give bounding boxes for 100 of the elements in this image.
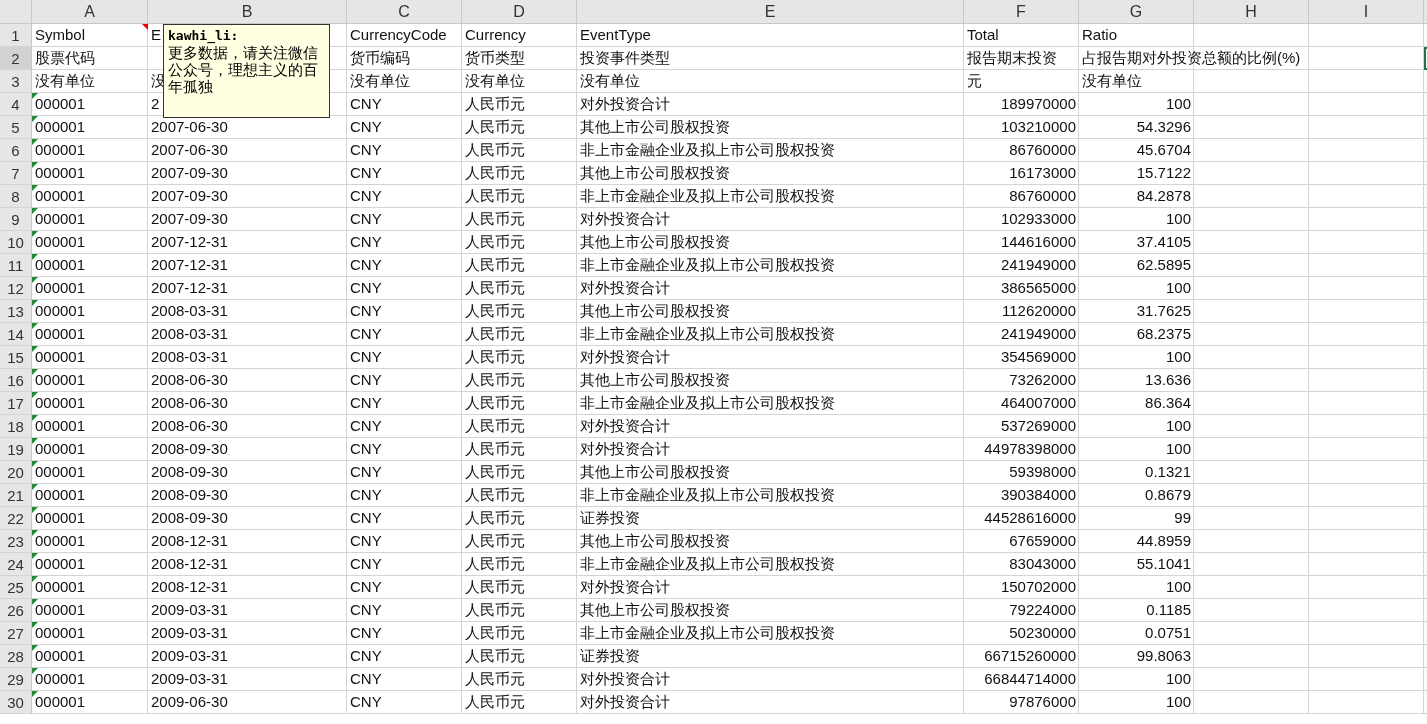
cell-text: 货币编码 bbox=[350, 49, 410, 66]
cell-text: CNY bbox=[350, 394, 382, 411]
column-header[interactable]: H bbox=[1194, 0, 1309, 23]
row-header[interactable]: 23 bbox=[0, 530, 32, 553]
row-header[interactable]: 9 bbox=[0, 208, 32, 231]
cell-text: 投资事件类型 bbox=[580, 49, 670, 66]
cell-text: 2008-12-31 bbox=[151, 578, 228, 595]
cell-text: 其他上市公司股权投资 bbox=[580, 371, 730, 388]
cell-text: 没有单位 bbox=[35, 72, 95, 89]
row-header[interactable]: 26 bbox=[0, 599, 32, 622]
cell-text: 其他上市公司股权投资 bbox=[580, 302, 730, 319]
row-header[interactable]: 4 bbox=[0, 93, 32, 116]
row-header[interactable]: 20 bbox=[0, 461, 32, 484]
column-header[interactable]: C bbox=[347, 0, 462, 23]
cell-text: CNY bbox=[350, 371, 382, 388]
cell-text: 37.4105 bbox=[1136, 233, 1191, 250]
cell-text: 100 bbox=[1165, 693, 1191, 710]
cell-text: Currency bbox=[465, 26, 526, 43]
row-header[interactable]: 22 bbox=[0, 507, 32, 530]
row-header[interactable]: 17 bbox=[0, 392, 32, 415]
cell-text: 证券投资 bbox=[580, 647, 640, 664]
cell-text: 人民币元 bbox=[465, 164, 525, 181]
cell-text: 人民币元 bbox=[465, 118, 525, 135]
row-header[interactable]: 13 bbox=[0, 300, 32, 323]
cell-text: 54.3296 bbox=[1136, 118, 1191, 135]
row-header[interactable]: 6 bbox=[0, 139, 32, 162]
cell-text: 103210000 bbox=[1000, 118, 1076, 135]
cell-text: 其他上市公司股权投资 bbox=[580, 601, 730, 618]
row-header[interactable]: 12 bbox=[0, 277, 32, 300]
cell-text: 非上市金融企业及拟上市公司股权投资 bbox=[580, 555, 835, 572]
row-header[interactable]: 21 bbox=[0, 484, 32, 507]
cell-text: 对外投资合计 bbox=[580, 348, 670, 365]
row-header[interactable]: 14 bbox=[0, 323, 32, 346]
cell-text: CNY bbox=[350, 417, 382, 434]
row-header[interactable]: 29 bbox=[0, 668, 32, 691]
column-header[interactable]: I bbox=[1309, 0, 1424, 23]
column-header[interactable]: G bbox=[1079, 0, 1194, 23]
cell-text: 537269000 bbox=[1000, 417, 1076, 434]
row-header[interactable]: 19 bbox=[0, 438, 32, 461]
cell-text: 100 bbox=[1165, 95, 1191, 112]
cell-text: 人民币元 bbox=[465, 647, 525, 664]
column-header[interactable]: B bbox=[148, 0, 347, 23]
cell-text: 0.8679 bbox=[1145, 486, 1191, 503]
comment-indicator-icon bbox=[142, 24, 148, 30]
row-header[interactable]: 28 bbox=[0, 645, 32, 668]
column-header[interactable]: D bbox=[462, 0, 577, 23]
row-header[interactable]: 24 bbox=[0, 553, 32, 576]
cell-text: 人民币元 bbox=[465, 302, 525, 319]
cell-text: 2007-06-30 bbox=[151, 141, 228, 158]
cell-text: CNY bbox=[350, 325, 382, 342]
row-header[interactable]: 11 bbox=[0, 254, 32, 277]
cell-text: Total bbox=[967, 26, 999, 43]
row-header[interactable]: 1 bbox=[0, 24, 32, 47]
row-header[interactable]: 16 bbox=[0, 369, 32, 392]
cell-text: 45.6704 bbox=[1136, 141, 1191, 158]
column-header[interactable]: A bbox=[32, 0, 148, 23]
cell-text: 000001 bbox=[35, 532, 86, 549]
row-header[interactable]: 2 bbox=[0, 47, 32, 70]
cell-text: 13.636 bbox=[1145, 371, 1191, 388]
row-header[interactable]: 7 bbox=[0, 162, 32, 185]
cell-text: 000001 bbox=[35, 95, 86, 112]
row-header[interactable]: 5 bbox=[0, 116, 32, 139]
cell-text: CNY bbox=[350, 348, 382, 365]
cell-text: 占报告期对外投资总额的比例(%) bbox=[1082, 49, 1301, 66]
row-header[interactable]: 18 bbox=[0, 415, 32, 438]
cell-text: 没有单位 bbox=[465, 72, 525, 89]
cell-text: CNY bbox=[350, 601, 382, 618]
row-header[interactable]: 8 bbox=[0, 185, 32, 208]
cell-text: 人民币元 bbox=[465, 394, 525, 411]
cell-text: 2008-06-30 bbox=[151, 371, 228, 388]
cell-text: 000001 bbox=[35, 233, 86, 250]
cell-text: CNY bbox=[350, 647, 382, 664]
row-header[interactable]: 25 bbox=[0, 576, 32, 599]
cell-text: 000001 bbox=[35, 486, 86, 503]
cell-text: 000001 bbox=[35, 302, 86, 319]
cell-text: 2007-06-30 bbox=[151, 118, 228, 135]
row-header[interactable]: 30 bbox=[0, 691, 32, 714]
row-header[interactable]: 10 bbox=[0, 231, 32, 254]
cell-text: 非上市金融企业及拟上市公司股权投资 bbox=[580, 325, 835, 342]
cell-text: 73262000 bbox=[1009, 371, 1076, 388]
cell-text: CNY bbox=[350, 486, 382, 503]
cell-text: 100 bbox=[1165, 440, 1191, 457]
row-header[interactable]: 27 bbox=[0, 622, 32, 645]
row-header[interactable]: 15 bbox=[0, 346, 32, 369]
cell-text: 非上市金融企业及拟上市公司股权投资 bbox=[580, 394, 835, 411]
cell-text: 人民币元 bbox=[465, 348, 525, 365]
cell-text: 人民币元 bbox=[465, 578, 525, 595]
cell-text: 非上市金融企业及拟上市公司股权投资 bbox=[580, 141, 835, 158]
cell-text: 2009-03-31 bbox=[151, 647, 228, 664]
cell-text: 没有单位 bbox=[580, 72, 640, 89]
row-header[interactable]: 3 bbox=[0, 70, 32, 93]
cell-text: 对外投资合计 bbox=[580, 95, 670, 112]
cell-text: 2007-12-31 bbox=[151, 256, 228, 273]
column-header[interactable]: E bbox=[577, 0, 964, 23]
cell-text: 2008-06-30 bbox=[151, 394, 228, 411]
column-header[interactable]: F bbox=[964, 0, 1079, 23]
cell-text: 其他上市公司股权投资 bbox=[580, 233, 730, 250]
cell-text: CNY bbox=[350, 256, 382, 273]
cell-text: 2009-03-31 bbox=[151, 670, 228, 687]
cell-text: 人民币元 bbox=[465, 95, 525, 112]
